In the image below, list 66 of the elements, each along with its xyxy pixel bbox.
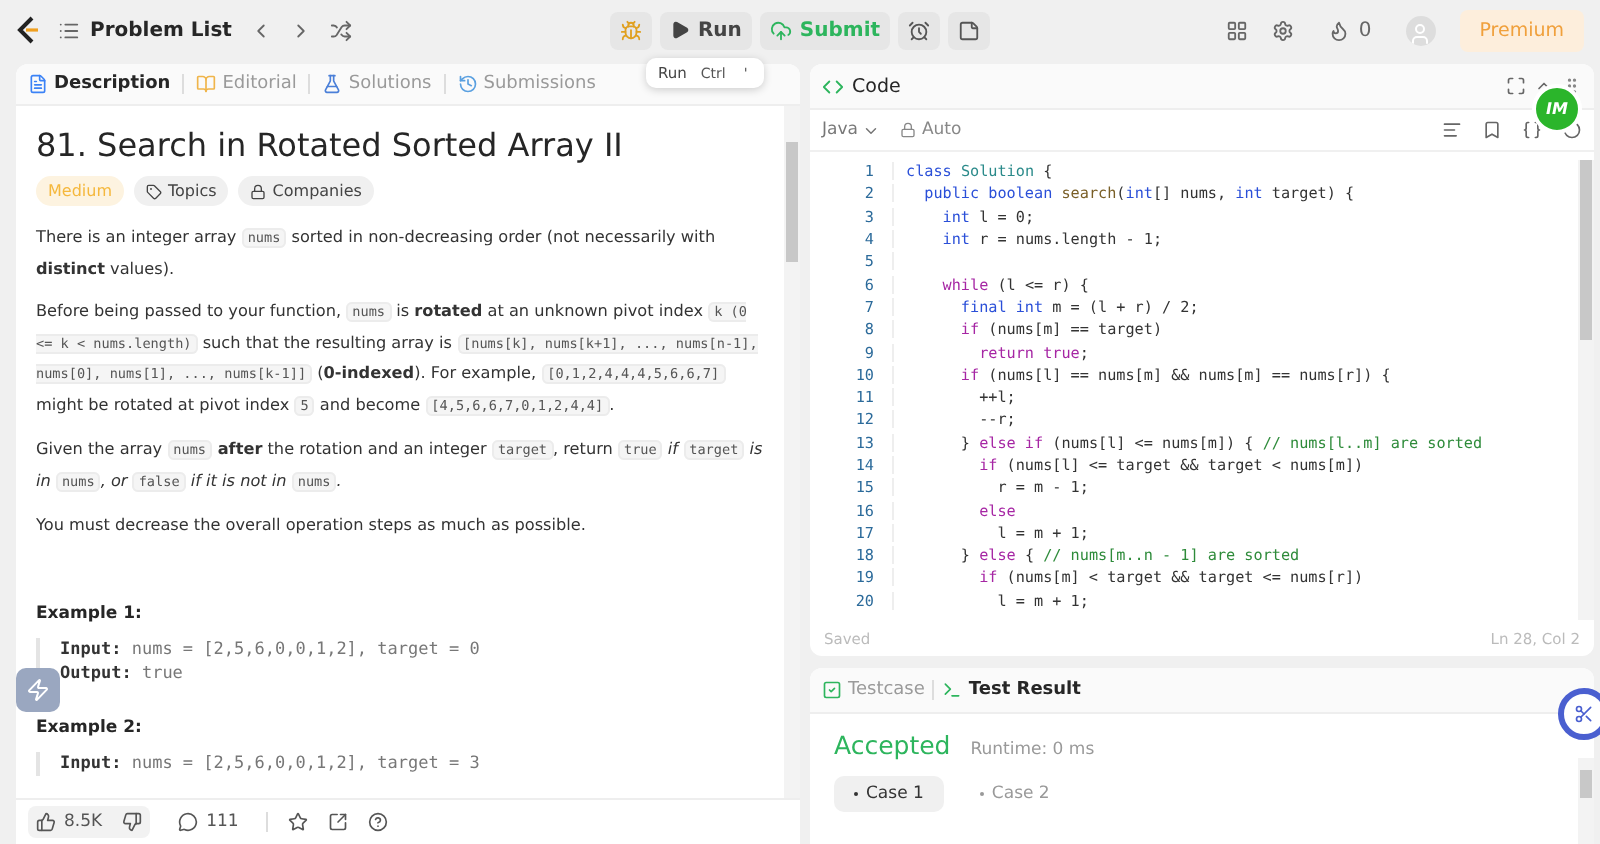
streak-counter[interactable]: 0 bbox=[1318, 11, 1382, 49]
scissors-icon bbox=[1574, 704, 1594, 724]
scrollbar[interactable] bbox=[1578, 758, 1594, 844]
panel-tab[interactable]: Editorial bbox=[196, 70, 297, 98]
lock-icon bbox=[899, 122, 916, 138]
description-paragraph: You must decrease the overall operation steps as much as possible. bbox=[36, 512, 588, 538]
panel-tab[interactable]: Submissions bbox=[457, 70, 596, 98]
example-title: Example 1: bbox=[36, 603, 144, 623]
play-icon bbox=[669, 20, 690, 40]
format-icon[interactable] bbox=[1442, 120, 1462, 140]
checkbox-icon bbox=[822, 680, 842, 700]
scrollbar[interactable] bbox=[784, 106, 800, 798]
code-icon bbox=[822, 75, 844, 97]
example-line: Output: true bbox=[60, 661, 185, 685]
bookmark-icon[interactable] bbox=[1482, 120, 1502, 140]
tag-icon bbox=[146, 183, 162, 199]
comment-icon bbox=[178, 812, 199, 832]
example-line: Input: nums = [2,5,6,0,0,1,2], target = 0 bbox=[60, 637, 482, 661]
comments-button[interactable]: 111 bbox=[170, 806, 247, 838]
panel-tab[interactable]: Test Result bbox=[942, 676, 1081, 704]
book-icon bbox=[196, 74, 217, 94]
document-icon bbox=[28, 74, 48, 94]
case-tab[interactable]: Case 1 bbox=[834, 776, 944, 812]
mode-label[interactable]: Auto bbox=[899, 120, 962, 140]
panel-tab[interactable]: Testcase bbox=[822, 676, 925, 704]
difficulty-badge: Medium bbox=[36, 176, 124, 206]
logo-icon[interactable] bbox=[16, 16, 40, 44]
lock-icon bbox=[250, 183, 267, 199]
language-dropdown[interactable]: Java bbox=[822, 120, 880, 140]
like-button[interactable]: 8.5K bbox=[28, 806, 151, 838]
note-icon bbox=[958, 19, 981, 41]
code-panel-title: Code bbox=[852, 75, 901, 97]
maximize-icon[interactable] bbox=[1506, 76, 1526, 96]
thumbs-down-icon bbox=[122, 812, 143, 832]
example-line: Input: nums = [2,5,6,0,0,1,2], target = 3 bbox=[60, 751, 482, 775]
runtime-label: Runtime: 0 ms bbox=[970, 740, 1095, 760]
case-tab[interactable]: Case 2 bbox=[959, 776, 1070, 812]
share-icon[interactable] bbox=[328, 812, 349, 832]
panel-tab[interactable]: Solutions bbox=[322, 70, 432, 98]
history-icon bbox=[457, 74, 478, 94]
thumbs-up-icon bbox=[36, 812, 56, 832]
problem-title: 81. Search in Rotated Sorted Array II bbox=[36, 126, 625, 164]
flask-icon bbox=[322, 74, 343, 94]
example-title: Example 2: bbox=[36, 717, 144, 737]
problem-list-link[interactable]: Problem List bbox=[58, 19, 232, 41]
tag-chip[interactable]: Companies bbox=[238, 176, 374, 206]
tag-chip[interactable]: Topics bbox=[134, 176, 229, 206]
shuffle-icon[interactable] bbox=[329, 19, 352, 41]
flame-icon bbox=[1328, 19, 1351, 41]
person-silhouette-icon bbox=[1408, 21, 1433, 45]
alarm-clock-button[interactable] bbox=[898, 11, 941, 49]
star-icon[interactable] bbox=[288, 812, 309, 832]
lightning-icon bbox=[26, 678, 50, 702]
terminal-icon bbox=[942, 680, 963, 700]
help-icon[interactable] bbox=[368, 812, 389, 832]
panel-tab[interactable]: Description bbox=[28, 70, 171, 98]
alarm-clock-icon bbox=[908, 19, 931, 41]
run-button[interactable]: Run bbox=[659, 11, 752, 49]
grid-icon[interactable] bbox=[1226, 19, 1249, 41]
bug-icon bbox=[619, 19, 642, 41]
note-button[interactable] bbox=[948, 11, 991, 49]
list-icon bbox=[58, 19, 80, 41]
settings-icon[interactable] bbox=[1272, 19, 1295, 41]
verdict-label: Accepted bbox=[834, 730, 951, 760]
cloud-upload-icon bbox=[769, 19, 792, 41]
scrollbar[interactable] bbox=[1578, 160, 1594, 620]
